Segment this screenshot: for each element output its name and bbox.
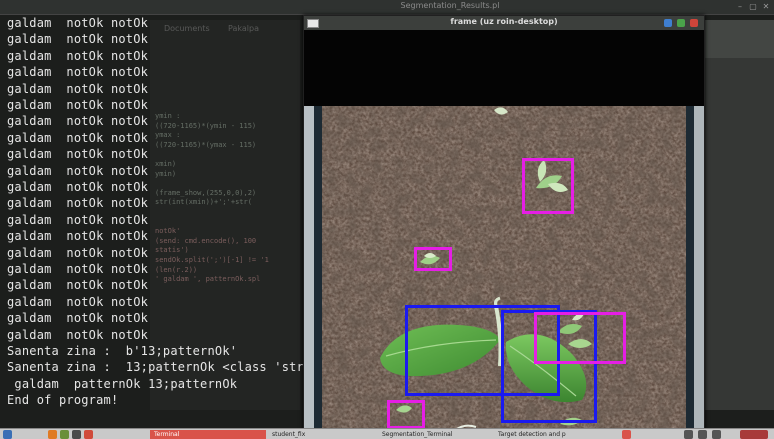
terminal-line: galdam notOk notOk [7, 16, 149, 30]
start-menu-icon[interactable] [3, 430, 12, 439]
terminal-line: galdam patternOk 13;patternOk [7, 376, 238, 391]
volume-icon[interactable] [698, 430, 707, 439]
close-icon[interactable]: ✕ [761, 2, 771, 11]
terminal-line: Sanenta zina : 13;patternOk <class 'str'… [7, 360, 319, 375]
terminal-window[interactable]: galdam notOk notOk galdam notOk notOk gald… [0, 14, 319, 414]
firefox-icon[interactable] [48, 430, 57, 439]
minimize-icon[interactable] [664, 19, 672, 27]
frame-titlebar[interactable]: frame (uz roin-desktop) [304, 16, 704, 30]
terminal-line: galdam notOk notOk [7, 98, 149, 112]
minimize-icon[interactable]: – [735, 2, 745, 11]
window-title: Segmentation_Results.pl [400, 1, 500, 10]
frame-black-band [304, 30, 704, 106]
terminal-line: galdam notOk notOk [7, 48, 149, 63]
terminal-line: galdam notOk notOk [7, 147, 149, 162]
frame-window[interactable]: frame (uz roin-desktop) [303, 15, 705, 432]
network-icon[interactable] [684, 430, 693, 439]
battery-icon[interactable] [712, 430, 721, 439]
taskbar: Terminal student_fix Segmentation_Termin… [0, 428, 774, 439]
taskbar-item-segmentation[interactable]: Segmentation_Terminal [378, 430, 492, 439]
camera-frame-image [304, 106, 704, 431]
terminal-line: Sanenta zina : b'13;patternOk' [7, 344, 238, 358]
detection-box-magenta [534, 312, 626, 364]
terminal-line: galdam notOk notOk [7, 327, 149, 342]
terminal-line: galdam notOk notOk [7, 196, 149, 211]
terminal-icon[interactable] [72, 430, 81, 439]
terminal-line: galdam notOk notOk [7, 130, 149, 145]
detection-box-magenta [522, 158, 574, 214]
frame-title: frame (uz roin-desktop) [450, 17, 558, 26]
terminal-line: galdam notOk notOk [7, 294, 149, 309]
terminal-line: galdam notOk notOk [7, 262, 149, 276]
terminal-line: galdam notOk notOk [7, 245, 149, 260]
terminal-line: galdam notOk notOk [7, 81, 149, 96]
maximize-icon[interactable] [677, 19, 685, 27]
terminal-line: galdam notOk notOk [7, 212, 149, 227]
background-right-pane [702, 20, 774, 410]
terminal-line: galdam notOk notOk [7, 163, 149, 178]
terminal-line: galdam notOk notOk [7, 32, 149, 47]
app-icon[interactable] [84, 430, 93, 439]
terminal-line: galdam notOk notOk [7, 180, 149, 194]
terminal-line: galdam notOk notOk [7, 114, 149, 129]
close-icon[interactable] [690, 19, 698, 27]
right-pane-header [702, 20, 774, 58]
terminal-line: galdam notOk notOk [7, 65, 149, 80]
clock-icon[interactable] [740, 430, 768, 439]
tray-icon[interactable] [622, 430, 631, 439]
detection-box-magenta [414, 247, 452, 271]
terminal-line: galdam notOk notOk [7, 311, 149, 326]
taskbar-item-target-detection[interactable]: Target detection and p [494, 430, 614, 439]
terminal-line: galdam notOk notOk [7, 229, 149, 244]
terminal-line: End of program! [7, 393, 119, 408]
terminal-line: galdam notOk notOk [7, 278, 149, 293]
taskbar-item-student[interactable]: student_fix [268, 430, 372, 439]
files-icon[interactable] [60, 430, 69, 439]
desktop: Segmentation_Results.pl – ▢ ✕ Documents … [0, 0, 774, 439]
maximize-icon[interactable]: ▢ [748, 2, 758, 11]
system-top-bar: Segmentation_Results.pl – ▢ ✕ [0, 0, 774, 15]
taskbar-item-terminal[interactable]: Terminal [150, 430, 266, 439]
detection-box-magenta [387, 400, 425, 429]
